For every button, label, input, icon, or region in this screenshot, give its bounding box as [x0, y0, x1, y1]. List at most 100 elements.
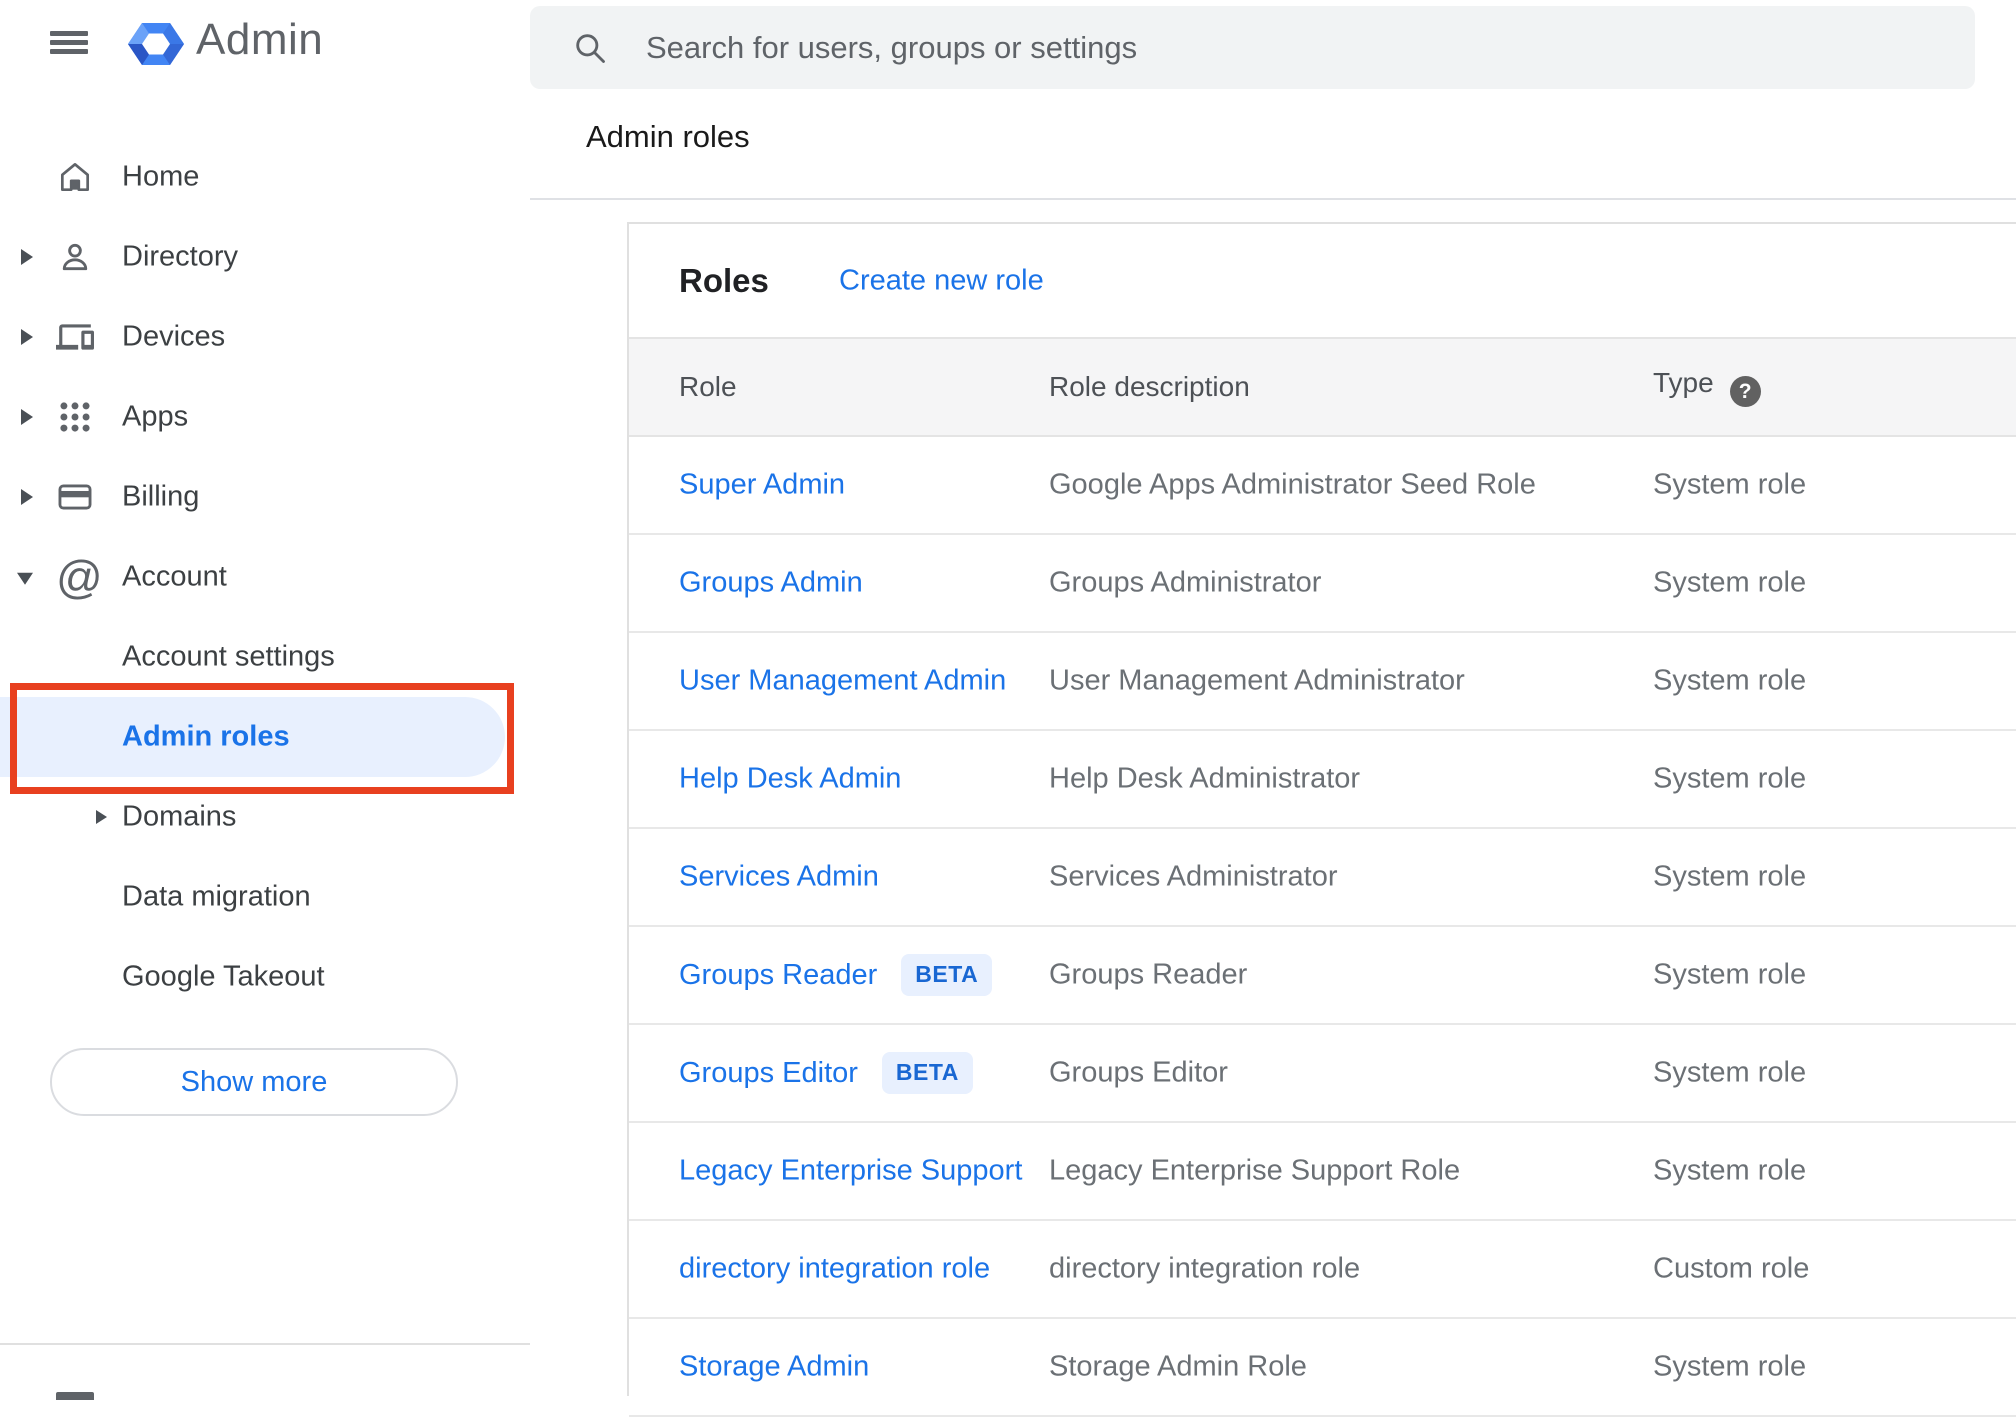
table-row[interactable]: Groups Admin Groups Administrator System…: [629, 535, 2016, 633]
column-header-description: Role description: [1049, 371, 1250, 402]
beta-badge: BETA: [901, 954, 993, 996]
role-type: System role: [1653, 566, 1807, 599]
sidebar-item-label: Home: [122, 160, 200, 193]
sidebar-item-account[interactable]: @ Account: [0, 537, 530, 617]
sidebar: Admin Home Directory Devices Apps Billin…: [0, 0, 530, 1400]
sidebar-item-label: Billing: [122, 480, 200, 513]
table-row[interactable]: Storage Admin Storage Admin Role System …: [629, 1319, 2016, 1417]
table-row[interactable]: User Management Admin User Management Ad…: [629, 633, 2016, 731]
role-type: System role: [1653, 860, 1807, 893]
sidebar-item-google-takeout[interactable]: Google Takeout: [0, 937, 530, 1017]
help-icon[interactable]: ?: [1729, 376, 1761, 407]
sidebar-item-directory[interactable]: Directory: [0, 217, 530, 297]
header-divider: [530, 198, 2016, 200]
beta-badge: BETA: [881, 1052, 973, 1094]
role-description: directory integration role: [1049, 1252, 1361, 1285]
show-more-button[interactable]: Show more: [50, 1048, 458, 1116]
role-type: System role: [1653, 468, 1807, 501]
expand-arrow-icon[interactable]: [21, 409, 33, 425]
table-header-row: Role Role description Type?: [629, 337, 2016, 437]
breadcrumb: Admin roles: [586, 119, 750, 154]
clipped-bottom-icon: [56, 1392, 94, 1400]
home-icon: [56, 158, 94, 196]
search-bar[interactable]: Search for users, groups or settings: [530, 6, 1975, 89]
sidebar-item-admin-roles[interactable]: Admin roles: [0, 697, 530, 777]
role-type: System role: [1653, 958, 1807, 991]
role-link[interactable]: Help Desk Admin: [679, 763, 901, 796]
at-sign-icon: @: [56, 551, 103, 603]
person-icon: [56, 238, 94, 276]
role-link[interactable]: Groups Reader: [679, 959, 877, 991]
table-row[interactable]: Services Admin Services Administrator Sy…: [629, 829, 2016, 927]
admin-logo-icon: [127, 16, 185, 77]
expand-arrow-icon[interactable]: [21, 329, 33, 345]
role-link[interactable]: User Management Admin: [679, 665, 1006, 698]
role-type: System role: [1653, 664, 1807, 697]
roles-panel: Roles Create new role Role Role descript…: [627, 222, 2016, 1417]
role-link[interactable]: directory integration role: [679, 1253, 990, 1286]
sidebar-item-label: Devices: [122, 320, 226, 353]
role-link[interactable]: Groups Admin: [679, 567, 863, 600]
role-description: Help Desk Administrator: [1049, 762, 1361, 795]
expand-arrow-icon[interactable]: [21, 249, 33, 265]
search-icon: [572, 30, 608, 71]
search-input[interactable]: Search for users, groups or settings: [646, 30, 1137, 66]
role-description: User Management Administrator: [1049, 664, 1465, 697]
sidebar-item-devices[interactable]: Devices: [0, 297, 530, 377]
sidebar-item-label: Domains: [122, 800, 237, 833]
roles-panel-header: Roles Create new role: [629, 224, 2016, 337]
credit-card-icon: [56, 478, 94, 516]
menu-icon[interactable]: [50, 31, 88, 54]
role-link[interactable]: Super Admin: [679, 469, 845, 502]
table-row[interactable]: Help Desk Admin Help Desk Administrator …: [629, 731, 2016, 829]
sidebar-item-account-settings[interactable]: Account settings: [0, 617, 530, 697]
column-header-role: Role: [679, 371, 737, 402]
panel-title: Roles: [679, 261, 769, 299]
devices-icon: [56, 318, 94, 356]
role-description: Legacy Enterprise Support Role: [1049, 1154, 1461, 1187]
role-type: System role: [1653, 1154, 1807, 1187]
role-link[interactable]: Storage Admin: [679, 1351, 869, 1384]
role-type: System role: [1653, 1350, 1807, 1383]
sidebar-item-label: Account settings: [122, 640, 335, 673]
sidebar-item-label: Google Takeout: [122, 960, 325, 993]
role-type: System role: [1653, 1056, 1807, 1089]
role-type: Custom role: [1653, 1252, 1810, 1285]
collapse-arrow-icon[interactable]: [17, 572, 33, 585]
role-type: System role: [1653, 762, 1807, 795]
role-description: Groups Administrator: [1049, 566, 1322, 599]
sidebar-item-billing[interactable]: Billing: [0, 457, 530, 537]
sidebar-item-label: Directory: [122, 240, 239, 273]
role-link[interactable]: Legacy Enterprise Support: [679, 1155, 1022, 1188]
table-row[interactable]: directory integration role directory int…: [629, 1221, 2016, 1319]
role-cell: Groups Editor BETA: [679, 1052, 973, 1094]
table-row[interactable]: Groups Editor BETA Groups Editor System r…: [629, 1025, 2016, 1123]
expand-arrow-icon[interactable]: [21, 489, 33, 505]
role-description: Google Apps Administrator Seed Role: [1049, 468, 1536, 501]
sidebar-item-home[interactable]: Home: [0, 137, 530, 217]
role-cell: Groups Reader BETA: [679, 954, 993, 996]
sidebar-item-data-migration[interactable]: Data migration: [0, 857, 530, 937]
role-description: Services Administrator: [1049, 860, 1338, 893]
column-header-type: Type?: [1653, 367, 1761, 407]
sidebar-item-label: Admin roles: [122, 720, 290, 753]
apps-grid-icon: [56, 398, 94, 436]
table-row[interactable]: Super Admin Google Apps Administrator Se…: [629, 437, 2016, 535]
role-description: Storage Admin Role: [1049, 1350, 1307, 1383]
sidebar-item-label: Data migration: [122, 880, 311, 913]
role-description: Groups Editor: [1049, 1056, 1228, 1089]
expand-arrow-icon[interactable]: [96, 810, 107, 824]
table-row[interactable]: Groups Reader BETA Groups Reader System r…: [629, 927, 2016, 1025]
table-row[interactable]: Legacy Enterprise Support Legacy Enterpr…: [629, 1123, 2016, 1221]
role-description: Groups Reader: [1049, 958, 1248, 991]
sidebar-item-domains[interactable]: Domains: [0, 777, 530, 857]
sidebar-item-label: Account: [122, 560, 227, 593]
role-link[interactable]: Groups Editor: [679, 1057, 858, 1089]
create-new-role-link[interactable]: Create new role: [839, 264, 1044, 297]
role-link[interactable]: Services Admin: [679, 861, 879, 894]
app-title: Admin: [196, 15, 324, 64]
sidebar-divider: [0, 1343, 530, 1345]
roles-table-body: Super Admin Google Apps Administrator Se…: [629, 437, 2016, 1417]
sidebar-item-label: Apps: [122, 400, 189, 433]
sidebar-item-apps[interactable]: Apps: [0, 377, 530, 457]
